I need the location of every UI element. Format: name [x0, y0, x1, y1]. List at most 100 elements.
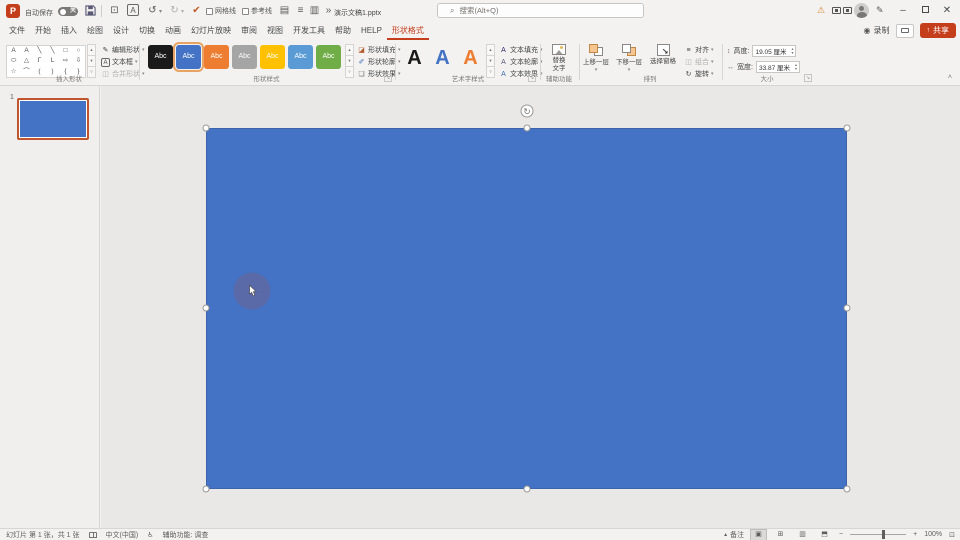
user-avatar[interactable]: [854, 3, 869, 18]
spellcheck-icon[interactable]: [88, 531, 97, 538]
tab-insert[interactable]: 插入: [56, 22, 82, 40]
height-input[interactable]: 19.05 厘米 ▴ ▾: [752, 45, 797, 57]
selected-rectangle-shape[interactable]: [206, 128, 847, 489]
guides-checkbox[interactable]: 参考线: [242, 6, 272, 16]
shape-glyph[interactable]: ⬭: [7, 56, 20, 66]
shape-glyph[interactable]: ╲: [33, 46, 46, 56]
tab-view[interactable]: 视图: [262, 22, 288, 40]
resize-handle-e[interactable]: [843, 304, 851, 312]
tab-help-addin[interactable]: HELP: [356, 22, 387, 40]
pen-mode-icon[interactable]: ✎: [876, 5, 884, 16]
shape-glyph[interactable]: ⇨: [59, 56, 72, 66]
close-button[interactable]: ✕: [938, 3, 956, 19]
shape-outline-button[interactable]: ✐ 形状轮廓 ▾: [357, 57, 401, 67]
columns-icon[interactable]: ▥: [308, 4, 321, 17]
record-button[interactable]: ◉ 录制: [864, 25, 890, 36]
text-fill-button[interactable]: A 文本填充 ▾: [499, 45, 542, 55]
size-dialog-launcher-icon[interactable]: ↘: [804, 74, 812, 82]
shape-glyph[interactable]: A: [7, 46, 20, 56]
resize-handle-n[interactable]: [523, 124, 531, 132]
zoom-slider[interactable]: [850, 530, 907, 539]
accessibility-status[interactable]: 辅助功能: 调查: [162, 530, 208, 540]
shape-style-swatch-orange[interactable]: Abc: [204, 45, 229, 69]
slide-pen-icon[interactable]: ▤: [278, 4, 291, 17]
wordart-style-blue[interactable]: A: [429, 43, 456, 74]
comments-button[interactable]: [895, 23, 914, 38]
document-title[interactable]: 演示文稿1.pptx: [334, 8, 381, 18]
zoom-thumb[interactable]: [882, 530, 886, 539]
share-button[interactable]: ↑ 共享: [919, 23, 956, 38]
resize-handle-sw[interactable]: [202, 485, 210, 493]
shape-glyph[interactable]: ╲: [46, 46, 59, 56]
shape-glyph[interactable]: ⇩: [72, 56, 85, 66]
wordart-dialog-launcher-icon[interactable]: ↘: [528, 74, 536, 82]
tab-home[interactable]: 开始: [30, 22, 56, 40]
text-box-button[interactable]: A 文本框 ▾: [101, 57, 138, 67]
autosave-toggle[interactable]: 关: [58, 7, 78, 16]
text-outline-button[interactable]: A 文本轮廓 ▾: [499, 57, 542, 67]
zoom-out-button[interactable]: −: [839, 531, 843, 538]
zoom-in-button[interactable]: +: [913, 531, 917, 538]
reading-view-button[interactable]: ▥: [795, 530, 810, 540]
tab-file[interactable]: 文件: [4, 22, 30, 40]
redo-icon[interactable]: ↻: [168, 4, 181, 17]
tab-shape-format[interactable]: 形状格式: [386, 22, 429, 40]
fit-to-window-icon[interactable]: ⊡: [949, 531, 955, 539]
minimize-button[interactable]: –: [894, 3, 912, 19]
save-icon[interactable]: [84, 4, 97, 17]
presenter-icon[interactable]: [843, 7, 852, 14]
tab-developer[interactable]: 开发工具: [288, 22, 330, 40]
shape-style-swatch-gray[interactable]: Abc: [232, 45, 257, 69]
slide-sorter-button[interactable]: ⊞: [773, 530, 788, 540]
align-button[interactable]: ≡ 对齐 ▾: [684, 45, 713, 55]
shape-style-swatch-green[interactable]: Abc: [316, 45, 341, 69]
shape-style-swatch-lightblue[interactable]: Abc: [288, 45, 313, 69]
tab-draw[interactable]: 绘图: [82, 22, 108, 40]
font-box-icon[interactable]: A: [127, 4, 139, 16]
shape-glyph[interactable]: Γ: [33, 56, 46, 66]
width-input[interactable]: 33.87 厘米 ▴ ▾: [755, 61, 800, 73]
tab-animations[interactable]: 动画: [160, 22, 186, 40]
undo-icon[interactable]: ↺: [146, 4, 159, 17]
resize-handle-s[interactable]: [523, 485, 531, 493]
restore-button[interactable]: [916, 3, 934, 19]
notes-button[interactable]: ▲ 备注: [723, 530, 744, 540]
shape-glyph[interactable]: L: [46, 56, 59, 66]
group-button[interactable]: ◫ 组合 ▾: [684, 57, 713, 67]
tab-slideshow[interactable]: 幻灯片放映: [186, 22, 236, 40]
powerpoint-logo-icon[interactable]: P: [6, 4, 20, 18]
shape-style-swatch-blue-selected[interactable]: Abc: [173, 42, 204, 72]
slideshow-button[interactable]: ⬒: [817, 530, 832, 540]
slide-counter[interactable]: 幻灯片 第 1 张，共 1 张: [6, 530, 80, 540]
wordart-style-orange[interactable]: A: [457, 43, 484, 74]
edit-shape-button[interactable]: ✎ 编辑形状 ▾: [101, 45, 145, 55]
tab-help[interactable]: 帮助: [330, 22, 356, 40]
shape-style-swatch-black[interactable]: Abc: [148, 45, 173, 69]
start-slideshow-icon[interactable]: ⊡: [108, 4, 121, 17]
undo-caret-icon[interactable]: ▾: [159, 8, 162, 15]
shape-glyph[interactable]: ○: [72, 46, 85, 56]
shape-glyph[interactable]: A: [20, 46, 33, 56]
height-spinner[interactable]: ▴ ▾: [791, 47, 793, 55]
resize-handle-w[interactable]: [202, 304, 210, 312]
zoom-level[interactable]: 100%: [924, 531, 942, 538]
wordart-style-black[interactable]: A: [401, 43, 428, 74]
shape-glyph[interactable]: △: [20, 56, 33, 66]
resize-handle-nw[interactable]: [202, 124, 210, 132]
language-status[interactable]: 中文(中国): [106, 530, 139, 540]
search-input[interactable]: ⌕ 搜索(Alt+Q): [437, 3, 644, 18]
shape-styles-dialog-launcher-icon[interactable]: ↘: [384, 74, 392, 82]
redo-caret-icon[interactable]: ▾: [181, 8, 184, 15]
tab-review[interactable]: 审阅: [236, 22, 262, 40]
check-icon[interactable]: ✔: [190, 4, 203, 17]
tab-design[interactable]: 设计: [108, 22, 134, 40]
width-spinner[interactable]: ▴ ▾: [795, 63, 797, 71]
warning-icon[interactable]: ⚠: [817, 5, 825, 16]
shape-style-swatch-gold[interactable]: Abc: [260, 45, 285, 69]
align-icon[interactable]: ≡: [294, 4, 307, 17]
collapse-ribbon-icon[interactable]: ˄: [948, 74, 952, 81]
shape-glyph[interactable]: □: [59, 46, 72, 56]
gridlines-checkbox[interactable]: 网格线: [206, 6, 236, 16]
tab-transitions[interactable]: 切换: [134, 22, 160, 40]
resize-handle-ne[interactable]: [843, 124, 851, 132]
